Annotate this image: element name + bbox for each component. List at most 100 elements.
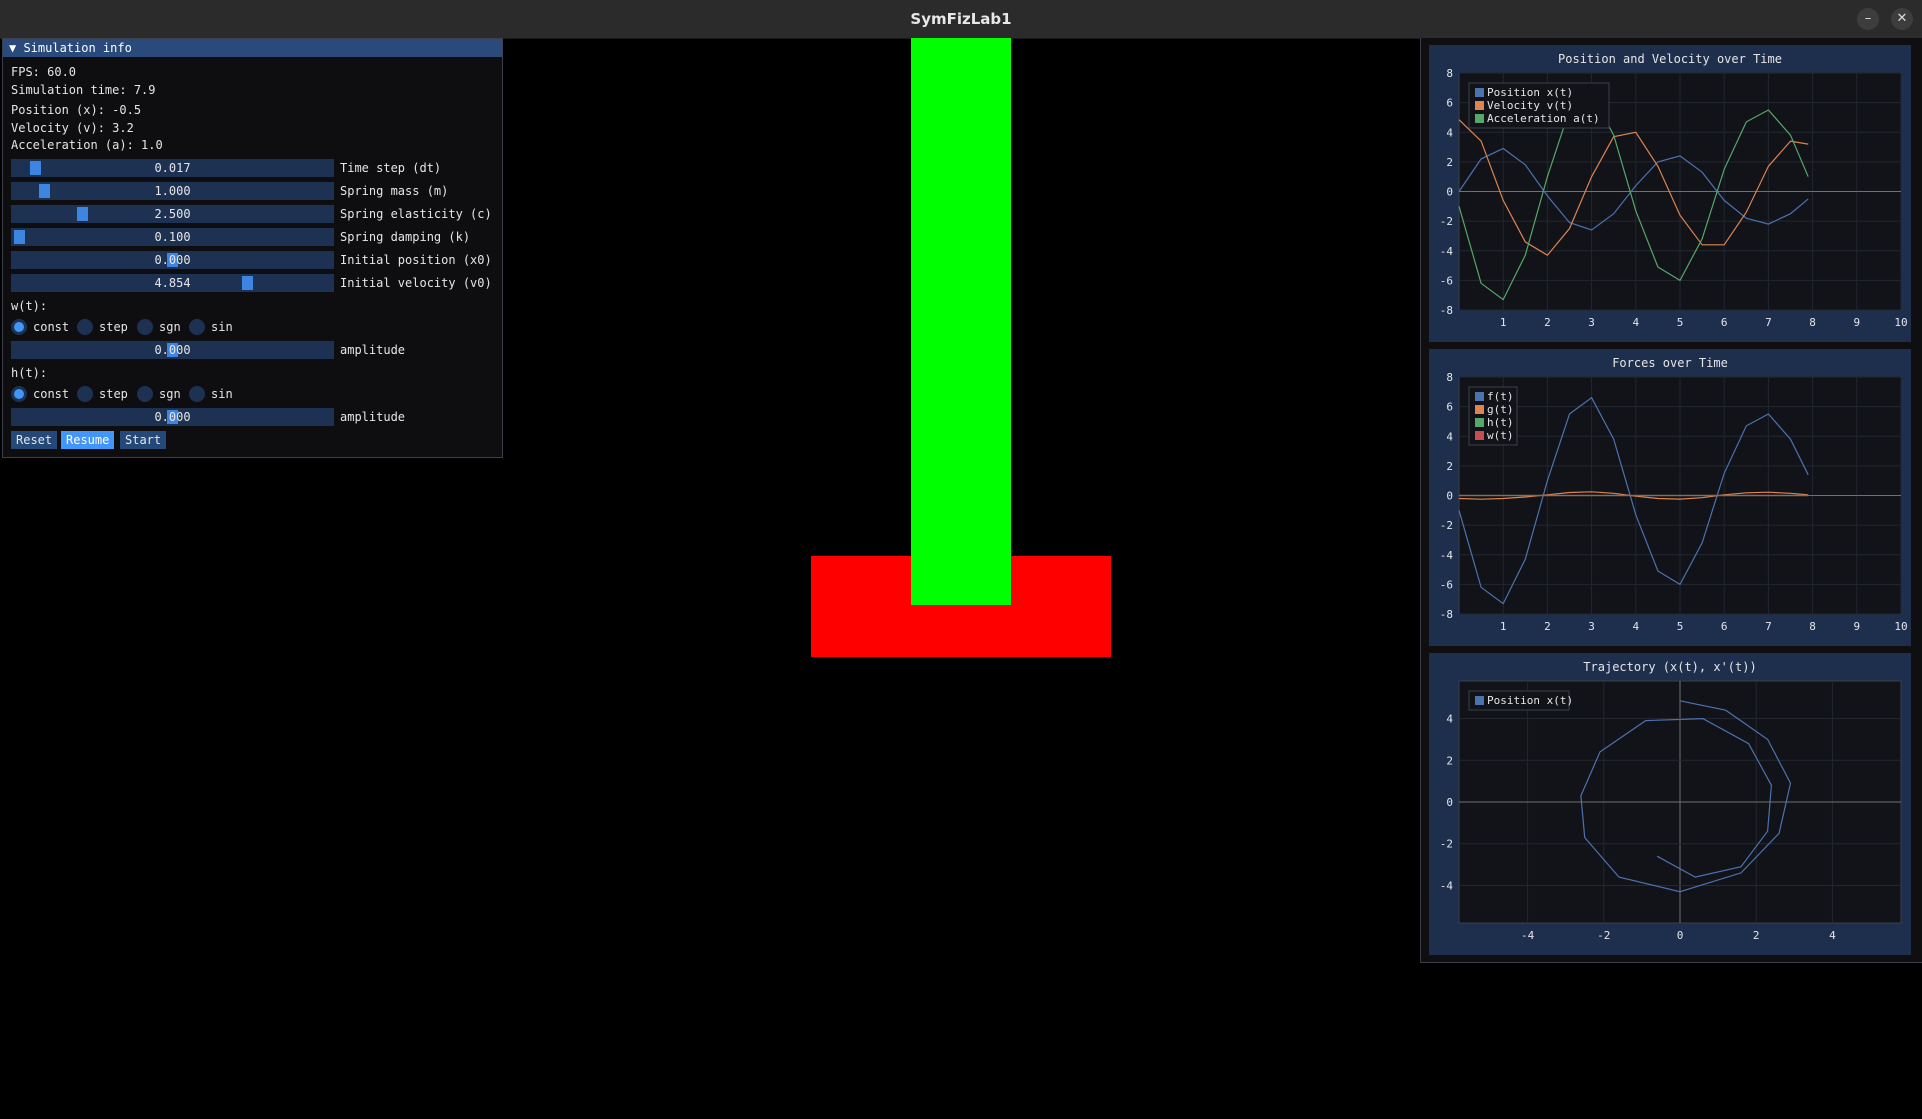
radio-dot[interactable] bbox=[11, 319, 27, 335]
fps-text: FPS: 60.0 bbox=[11, 65, 77, 79]
title-bar: SymFizLab1 – ✕ bbox=[0, 0, 1922, 39]
y-tick-label: 0 bbox=[1446, 796, 1453, 809]
w-amplitude-slider[interactable]: 0.000 bbox=[11, 341, 334, 359]
slider-value: 2.500 bbox=[154, 207, 191, 221]
x-tick-label: 3 bbox=[1588, 316, 1595, 329]
x-tick-label: -2 bbox=[1597, 929, 1610, 942]
x-tick-label: 1 bbox=[1500, 620, 1507, 633]
minimize-icon[interactable]: – bbox=[1857, 8, 1879, 30]
y-tick-label: -6 bbox=[1440, 578, 1453, 591]
x-tick-label: 1 bbox=[1500, 316, 1507, 329]
x-tick-label: 2 bbox=[1544, 316, 1551, 329]
radio-label: sin bbox=[211, 320, 233, 334]
legend-swatch bbox=[1475, 88, 1484, 97]
chart-title: Forces over Time bbox=[1612, 356, 1728, 370]
legend-swatch bbox=[1475, 392, 1484, 401]
y-tick-label: -4 bbox=[1440, 549, 1454, 562]
window-title: SymFizLab1 bbox=[910, 10, 1012, 28]
app-window: SymFizLab1 – ✕ ▼ Simulation info FPS: 60… bbox=[0, 0, 1922, 1119]
slider-label: Time step (dt) bbox=[340, 161, 442, 175]
x-tick-label: 7 bbox=[1765, 620, 1772, 633]
spring-elasticity-slider[interactable]: 2.500 bbox=[11, 205, 334, 223]
radio-label: const bbox=[33, 387, 70, 401]
radio-dot[interactable] bbox=[189, 319, 205, 335]
slider-value: 0.100 bbox=[154, 230, 191, 244]
x-tick-label: 4 bbox=[1632, 316, 1639, 329]
panel-header[interactable]: ▼ Simulation info bbox=[3, 39, 502, 57]
legend-label: h(t) bbox=[1487, 416, 1514, 429]
w-section-label: w(t): bbox=[11, 299, 48, 313]
radio-label: step bbox=[99, 387, 128, 401]
trajectory-plot[interactable]: Trajectory (x(t), x'(t)) -4 -2 0 2 4 4 2 0 -2 -4 Po… bbox=[1429, 653, 1911, 955]
spring-mass-slider[interactable]: 1.000 bbox=[11, 182, 334, 200]
x-tick-label: 4 bbox=[1829, 929, 1836, 942]
y-tick-label: 2 bbox=[1446, 156, 1453, 169]
start-button[interactable]: Start bbox=[120, 431, 167, 449]
slider-label: amplitude bbox=[340, 343, 406, 357]
initial-position-slider[interactable]: 0.000 bbox=[11, 251, 334, 269]
legend-label: Velocity v(t) bbox=[1487, 99, 1573, 112]
position-velocity-plot[interactable]: Position and Velocity over Time 1 2 3 4 5 6 7 8 9… bbox=[1429, 45, 1911, 342]
x-tick-label: 8 bbox=[1809, 620, 1816, 633]
slider-value: 0.000 bbox=[154, 410, 191, 424]
y-tick-label: 4 bbox=[1446, 126, 1453, 139]
y-tick-label: 0 bbox=[1446, 490, 1453, 503]
spring-damping-slider[interactable]: 0.100 bbox=[11, 228, 334, 246]
x-tick-label: 5 bbox=[1677, 316, 1684, 329]
x-tick-label: 9 bbox=[1853, 316, 1860, 329]
chart-title: Position and Velocity over Time bbox=[1558, 52, 1782, 66]
radio-label: step bbox=[99, 320, 128, 334]
resume-button[interactable]: Resume bbox=[61, 431, 115, 449]
x-tick-label: 10 bbox=[1894, 316, 1907, 329]
velocity-text: Velocity (v): 3.2 bbox=[11, 121, 134, 135]
y-tick-label: -6 bbox=[1440, 274, 1453, 287]
slider-value: 0.000 bbox=[154, 253, 191, 267]
radio-dot[interactable] bbox=[189, 386, 205, 402]
x-tick-label: 10 bbox=[1894, 620, 1907, 633]
x-tick-label: 8 bbox=[1809, 316, 1816, 329]
slider-label: Initial position (x0) bbox=[340, 253, 492, 267]
legend-label: w(t) bbox=[1487, 429, 1514, 442]
x-tick-label: 2 bbox=[1544, 620, 1551, 633]
time-step-slider[interactable]: 0.017 bbox=[11, 159, 334, 177]
y-tick-label: -8 bbox=[1440, 304, 1453, 317]
y-tick-label: 2 bbox=[1446, 754, 1453, 767]
x-tick-label: 5 bbox=[1677, 620, 1684, 633]
close-icon[interactable]: ✕ bbox=[1891, 8, 1913, 30]
y-tick-label: 6 bbox=[1446, 97, 1453, 110]
radio-dot[interactable] bbox=[137, 386, 153, 402]
radio-label: const bbox=[33, 320, 70, 334]
h-section-label: h(t): bbox=[11, 366, 48, 380]
trajectory-chart: Trajectory (x(t), x'(t)) -4 -2 0 2 4 4 2 0 -2 -4 Po… bbox=[1440, 660, 1902, 942]
legend-swatch bbox=[1475, 101, 1484, 110]
simulation-time-text: Simulation time: 7.9 bbox=[11, 83, 156, 97]
reset-button[interactable]: Reset bbox=[11, 431, 58, 449]
position-velocity-chart: Position and Velocity over Time 1 2 3 4 5 6 7 8 9… bbox=[1440, 52, 1908, 329]
legend-label: Acceleration a(t) bbox=[1487, 112, 1600, 125]
y-tick-label: 2 bbox=[1446, 460, 1453, 473]
y-tick-label: 6 bbox=[1446, 401, 1453, 414]
x-tick-label: 9 bbox=[1853, 620, 1860, 633]
h-amplitude-slider[interactable]: 0.000 bbox=[11, 408, 334, 426]
slider-label: Spring mass (m) bbox=[340, 184, 449, 198]
y-tick-label: 4 bbox=[1446, 713, 1453, 726]
radio-dot[interactable] bbox=[11, 386, 27, 402]
y-tick-label: -2 bbox=[1440, 838, 1453, 851]
legend-swatch bbox=[1475, 405, 1484, 414]
y-tick-label: 4 bbox=[1446, 430, 1453, 443]
x-tick-label: 0 bbox=[1677, 929, 1684, 942]
y-tick-label: 0 bbox=[1446, 186, 1453, 199]
simulation-info-panel: ▼ Simulation info FPS: 60.0 Simulation t… bbox=[2, 38, 503, 458]
forces-plot[interactable]: Forces over Time 1 2 3 4 5 6 7 8 9 10 8 6 4 2 0 -2 -4 -6 -8… bbox=[1429, 349, 1911, 646]
x-tick-label: -4 bbox=[1521, 929, 1535, 942]
radio-dot[interactable] bbox=[77, 386, 93, 402]
spring-rod bbox=[911, 38, 1011, 605]
x-tick-label: 3 bbox=[1588, 620, 1595, 633]
y-tick-label: -2 bbox=[1440, 519, 1453, 532]
y-tick-label: 8 bbox=[1446, 67, 1453, 80]
x-tick-label: 6 bbox=[1721, 620, 1728, 633]
x-tick-label: 6 bbox=[1721, 316, 1728, 329]
initial-velocity-slider[interactable]: 4.854 bbox=[11, 274, 334, 292]
radio-dot[interactable] bbox=[77, 319, 93, 335]
radio-dot[interactable] bbox=[137, 319, 153, 335]
